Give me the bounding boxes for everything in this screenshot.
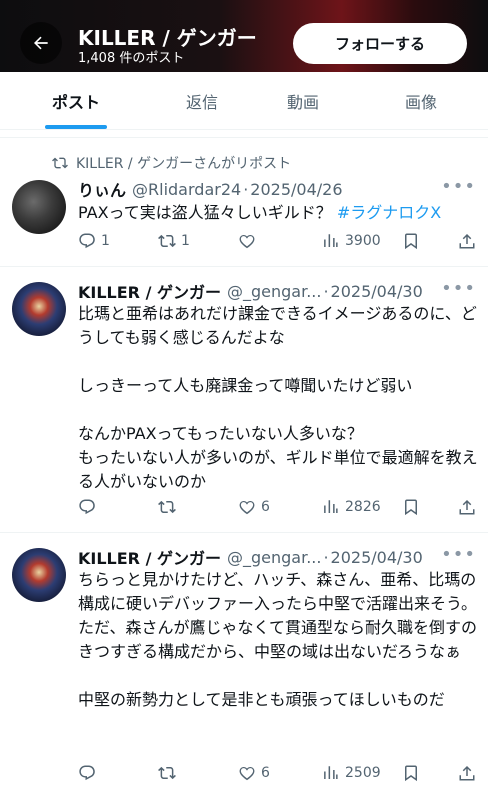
post-date[interactable]: 2025/04/30 [331, 282, 423, 301]
follow-button[interactable]: フォローする [293, 23, 467, 64]
views-icon [324, 234, 338, 247]
views-icon [324, 500, 338, 513]
share-icon [459, 233, 475, 249]
separator-dot: · [323, 547, 329, 567]
post-item[interactable]: KILLER / ゲンガーさんがリポスト りぃん @Rlidardar24 · … [0, 139, 488, 267]
display-name[interactable]: KILLER / ゲンガー [78, 279, 221, 303]
display-name[interactable]: りぃん [78, 177, 126, 201]
post-item[interactable]: KILLER / ゲンガー @_gengar... · 2025/04/30 •… [0, 267, 488, 533]
tab-videos[interactable]: 動画 [247, 72, 359, 130]
bookmark-button[interactable] [402, 764, 420, 782]
view-count: 2509 [345, 765, 381, 781]
handle[interactable]: @_gengar... [227, 282, 321, 301]
views-button[interactable]: 2509 [322, 764, 381, 782]
repost-button[interactable] [158, 498, 181, 516]
tab-replies[interactable]: 返信 [146, 72, 258, 130]
like-icon [239, 766, 255, 781]
like-count: 6 [261, 499, 270, 515]
reply-icon [79, 765, 95, 781]
like-count: 6 [261, 765, 270, 781]
bookmark-icon [405, 233, 417, 250]
repost-button[interactable]: 1 [158, 232, 190, 250]
repost-count: 1 [181, 233, 190, 249]
post-actions: 6 2509 [78, 764, 478, 788]
repost-button[interactable] [158, 764, 181, 782]
reply-button[interactable] [78, 498, 101, 516]
repost-indicator: KILLER / ゲンガーさんがリポスト [52, 153, 291, 173]
handle[interactable]: @Rlidardar24 [132, 180, 241, 199]
view-count: 3900 [345, 233, 381, 249]
post-text: ちらっと見かけたけど、ハッチ、森さん、亜希、比瑪の構成に硬いデバッファー入ったら… [78, 570, 478, 709]
reply-count: 1 [101, 233, 110, 249]
avatar[interactable] [12, 548, 66, 602]
repost-icon [158, 500, 176, 514]
hashtag-link[interactable]: #ラグナロクX [337, 203, 441, 222]
share-button[interactable] [458, 232, 476, 250]
post-text: 比瑪と亜希はあれだけ課金できるイメージあるのに、どうしても弱く感じるんだよな し… [78, 304, 478, 491]
bookmark-icon [405, 499, 417, 516]
profile-header: KILLER / ゲンガー 1,408 件のポスト フォローする [0, 0, 488, 72]
views-icon [324, 766, 338, 779]
bookmark-icon [405, 765, 417, 782]
bookmark-button[interactable] [402, 498, 420, 516]
post-text: PAXって実は盗人猛々しいギルド？ #ラグナロクX [78, 201, 478, 225]
like-icon [239, 234, 255, 249]
tab-posts[interactable]: ポスト [20, 72, 132, 130]
post-header: りぃん @Rlidardar24 · 2025/04/26 [78, 177, 343, 201]
view-count: 2826 [345, 499, 381, 515]
tab-images[interactable]: 画像 [365, 72, 477, 130]
post-count: 1,408 件のポスト [78, 51, 185, 66]
post-header: KILLER / ゲンガー @_gengar... · 2025/04/30 [78, 279, 423, 303]
post-date[interactable]: 2025/04/26 [250, 180, 342, 199]
post-date[interactable]: 2025/04/30 [331, 548, 423, 567]
handle[interactable]: @_gengar... [227, 548, 321, 567]
like-button[interactable] [238, 232, 261, 250]
active-tab-indicator [45, 125, 107, 129]
avatar[interactable] [12, 180, 66, 234]
post-actions: 1 1 3900 [78, 232, 478, 256]
more-icon[interactable]: ••• [441, 278, 476, 299]
share-icon [459, 765, 475, 781]
more-icon[interactable]: ••• [441, 176, 476, 197]
bookmark-button[interactable] [402, 232, 420, 250]
profile-tabs: ポスト 返信 動画 画像 [0, 72, 488, 130]
reply-icon [79, 499, 95, 515]
repost-label: KILLER / ゲンガーさんがリポスト [76, 156, 292, 172]
post-item[interactable]: KILLER / ゲンガー @_gengar... · 2025/04/30 •… [0, 533, 488, 800]
divider [0, 130, 488, 138]
reply-button[interactable] [78, 764, 101, 782]
post-actions: 6 2826 [78, 498, 478, 522]
like-button[interactable]: 6 [238, 764, 270, 782]
repost-icon [158, 766, 176, 780]
separator-dot: · [243, 179, 249, 199]
reply-icon [79, 233, 95, 249]
like-button[interactable]: 6 [238, 498, 270, 516]
share-button[interactable] [458, 764, 476, 782]
share-button[interactable] [458, 498, 476, 516]
repost-icon [158, 234, 176, 248]
reply-button[interactable]: 1 [78, 232, 110, 250]
separator-dot: · [323, 281, 329, 301]
avatar[interactable] [12, 282, 66, 336]
views-button[interactable]: 3900 [322, 232, 381, 250]
more-icon[interactable]: ••• [441, 544, 476, 565]
share-icon [459, 499, 475, 515]
back-arrow-icon [34, 36, 48, 50]
display-name[interactable]: KILLER / ゲンガー [78, 545, 221, 569]
post-header: KILLER / ゲンガー @_gengar... · 2025/04/30 [78, 545, 423, 569]
repost-icon [52, 157, 68, 169]
back-button[interactable] [20, 22, 62, 64]
views-button[interactable]: 2826 [322, 498, 381, 516]
like-icon [239, 500, 255, 515]
post-text-content: PAXって実は盗人猛々しいギルド？ [78, 203, 337, 222]
